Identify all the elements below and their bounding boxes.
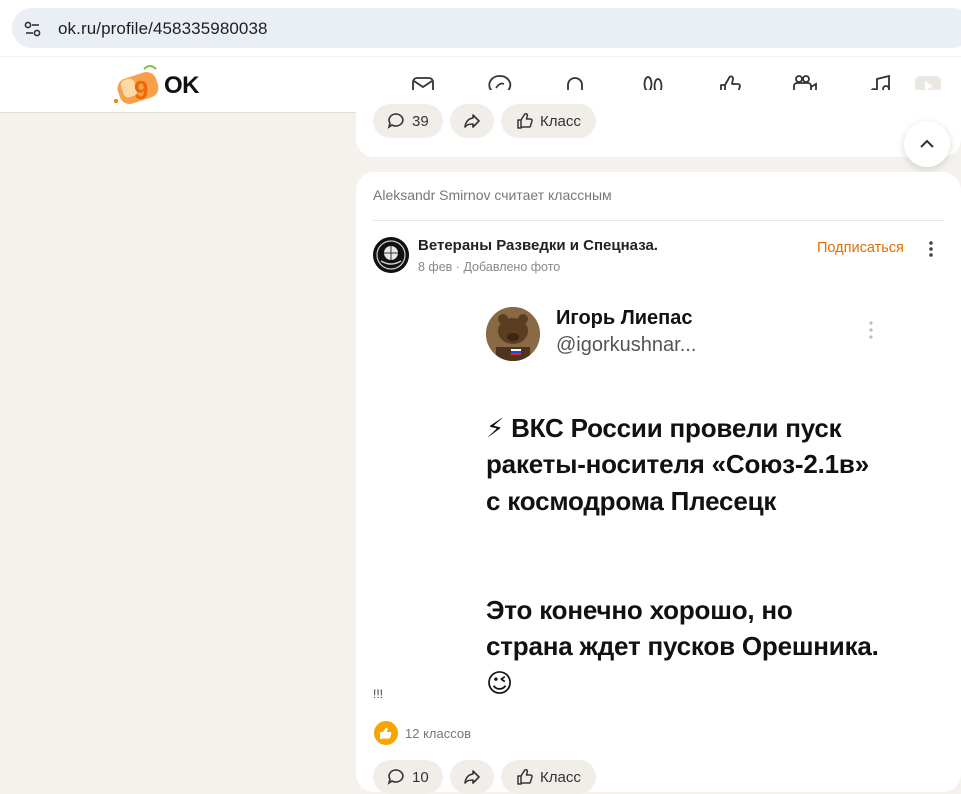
post-caption: !!! — [373, 687, 384, 701]
class-label: Класс — [540, 112, 581, 130]
post-share-button[interactable] — [450, 760, 494, 794]
post-comments-button[interactable]: 10 — [373, 760, 443, 794]
tune-icon[interactable] — [22, 18, 44, 40]
browser-toolbar: ok.ru/profile/458335980038 — [0, 0, 961, 56]
tweet-more-icon — [867, 320, 875, 340]
more-options-icon[interactable] — [924, 239, 938, 259]
chevron-up-icon — [917, 134, 937, 154]
activity-line[interactable]: Aleksandr Smirnov считает классным — [373, 187, 612, 203]
meta-separator: · — [455, 260, 460, 274]
group-avatar[interactable] — [373, 237, 409, 273]
class-reaction-icon[interactable] — [374, 721, 398, 745]
share-icon — [462, 111, 482, 131]
scroll-to-top-button[interactable] — [904, 121, 950, 167]
share-button[interactable] — [450, 104, 494, 138]
tweet-author-name: Игорь Лиепас — [556, 307, 693, 329]
post-meta: 8 фев · Добавлено фото — [418, 260, 560, 274]
divider — [373, 220, 944, 221]
post-action: Добавлено фото — [463, 260, 561, 274]
tweet-paragraph-1: ⚡ ВКС России провели пуск ракеты-носител… — [486, 412, 869, 516]
comment-icon — [386, 111, 406, 131]
tweet-author-handle: @igorkushnar... — [556, 334, 697, 356]
logo-text[interactable]: OK — [164, 72, 200, 100]
tweet-author-avatar — [486, 307, 540, 361]
share-icon — [462, 767, 482, 787]
url-text[interactable]: ok.ru/profile/458335980038 — [58, 19, 268, 39]
comment-icon — [386, 767, 406, 787]
subscribe-button[interactable]: Подписаться — [817, 240, 904, 256]
class-button[interactable]: Класс — [501, 104, 596, 138]
svg-text:9: 9 — [134, 75, 148, 105]
thumb-up-icon — [515, 111, 535, 131]
thumb-up-icon — [515, 767, 535, 787]
post-class-button[interactable]: Класс — [501, 760, 596, 794]
comments-button[interactable]: 39 — [373, 104, 443, 138]
previous-post-card — [356, 90, 961, 157]
post-comments-count: 10 — [412, 768, 429, 786]
group-name[interactable]: Ветераны Разведки и Спецназа. — [418, 237, 658, 254]
post-class-label: Класс — [540, 768, 581, 786]
post-date[interactable]: 8 фев — [418, 260, 452, 274]
tweet-paragraph-2: Это конечно хорошо, но страна ждет пуско… — [486, 594, 879, 698]
likes-count[interactable]: 12 классов — [405, 726, 471, 741]
comments-count: 39 — [412, 112, 429, 130]
tweet-text: ⚡ ВКС России провели пуск ракеты-носител… — [486, 373, 886, 738]
